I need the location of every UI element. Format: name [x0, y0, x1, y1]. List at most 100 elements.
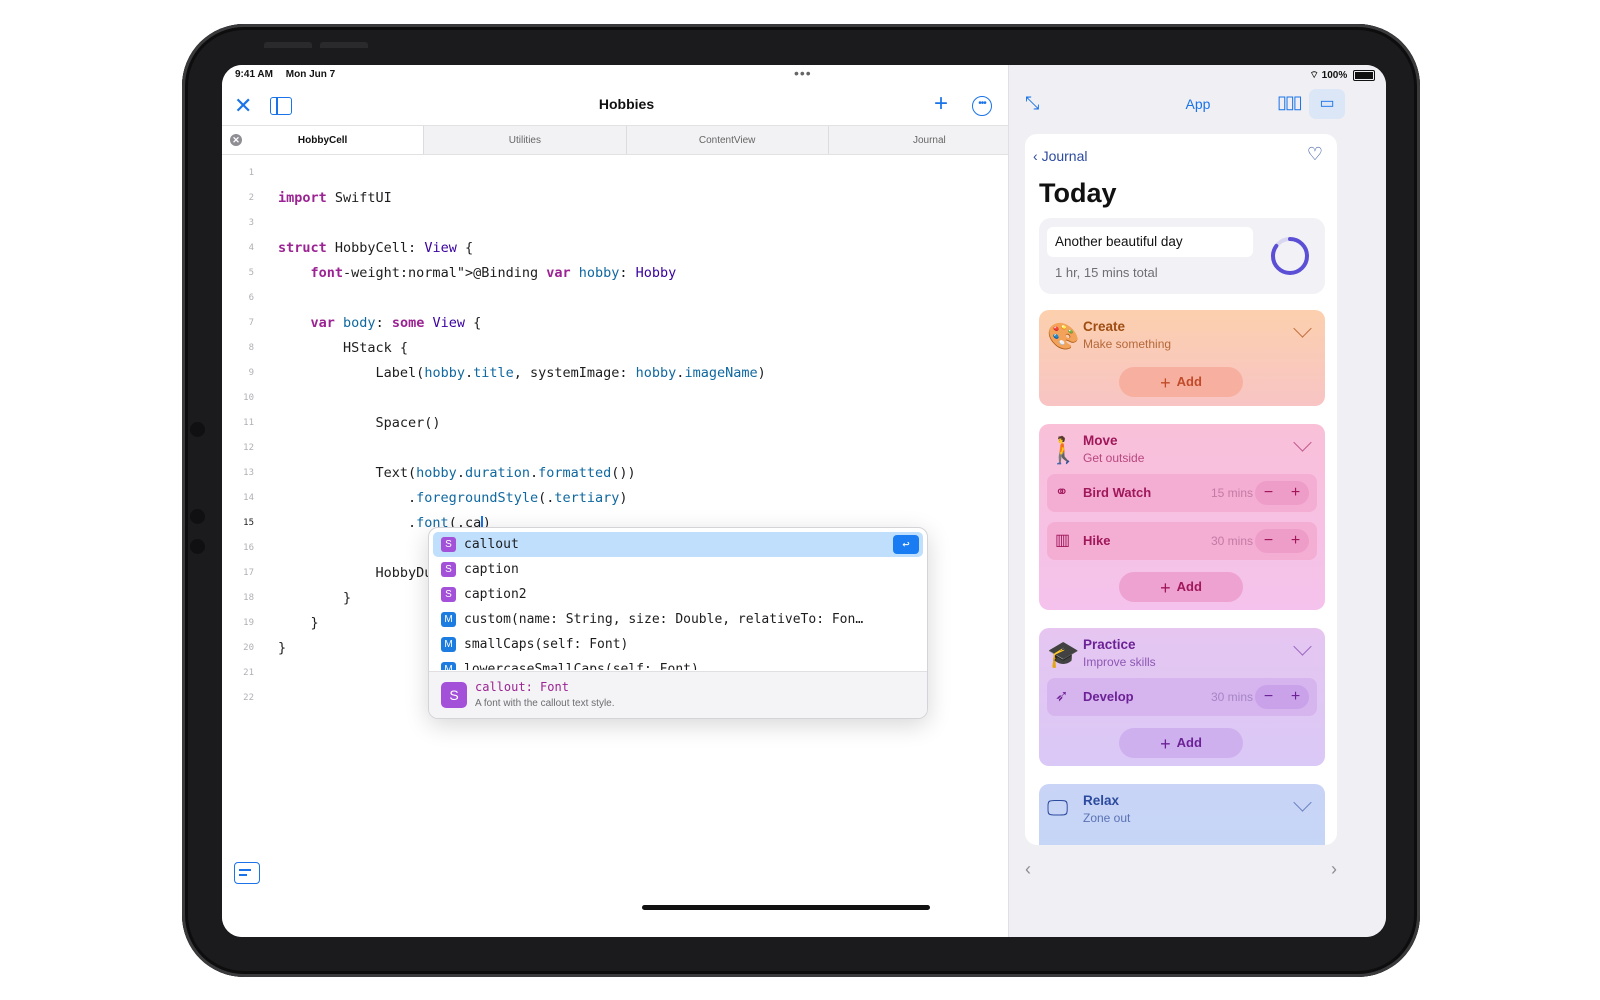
- code-line: 9 Label(hobby.title, systemImage: hobby.…: [222, 361, 1031, 386]
- add-icon[interactable]: +: [934, 92, 948, 116]
- code-text: Spacer(): [278, 415, 441, 431]
- code-text: Label(hobby.title, systemImage: hobby.im…: [278, 365, 766, 381]
- duration-stepper[interactable]: − +: [1255, 481, 1309, 505]
- symbol-kind-badge: S: [441, 562, 456, 577]
- chevron-down-icon[interactable]: [1293, 319, 1312, 338]
- chevron-down-icon[interactable]: [1293, 793, 1312, 812]
- symbol-kind-badge: M: [441, 612, 456, 627]
- binoculars-icon: ⚭: [1055, 484, 1069, 501]
- code-text: struct HobbyCell: View {: [278, 240, 474, 256]
- completion-item[interactable]: Scallout ↩: [433, 532, 923, 557]
- editor-nav-bar: Hobbies ✕ + •••: [222, 87, 1031, 125]
- tab-label: HobbyCell: [297, 134, 348, 146]
- battery-icon: [1353, 69, 1375, 81]
- line-number: 11: [243, 418, 254, 428]
- activity-duration: 30 mins: [1210, 534, 1253, 548]
- heart-icon[interactable]: ♡: [1307, 144, 1323, 165]
- category-name: Relax: [1083, 793, 1120, 808]
- close-tab-icon[interactable]: ✕: [230, 134, 242, 146]
- close-icon[interactable]: ✕: [234, 95, 252, 117]
- multitasking-dots-icon[interactable]: •••: [794, 65, 812, 81]
- day-title-field[interactable]: Another beautiful day: [1047, 227, 1253, 257]
- symbol-kind-badge: M: [441, 662, 456, 670]
- plus-icon[interactable]: +: [1282, 529, 1309, 553]
- activity-row-hike[interactable]: ▥ Hike 30 mins − +: [1047, 522, 1317, 560]
- code-line: 4 struct HobbyCell: View {: [222, 236, 1031, 261]
- code-text: HStack {: [278, 340, 409, 356]
- category-card-create: 🎨 Create Make something + Add: [1039, 310, 1325, 406]
- plus-icon: +: [1160, 577, 1171, 598]
- code-line: 1: [222, 161, 1031, 186]
- category-subtitle: Zone out: [1083, 811, 1131, 825]
- category-name: Practice: [1083, 637, 1136, 652]
- completion-item[interactable]: Mcustom(name: String, size: Double, rela…: [433, 607, 923, 632]
- tab-label: Journal: [912, 134, 946, 146]
- more-options-icon[interactable]: •••: [972, 96, 992, 116]
- home-indicator[interactable]: [642, 905, 930, 910]
- camera-dot: [190, 539, 205, 554]
- line-number: 9: [248, 368, 254, 378]
- activity-name: Develop: [1083, 689, 1134, 704]
- plus-icon[interactable]: +: [1282, 685, 1309, 709]
- code-line: 14 .foregroundStyle(.tertiary): [222, 486, 1031, 511]
- add-practice-button[interactable]: + Add: [1119, 728, 1243, 758]
- tab-journal[interactable]: Journal: [829, 126, 1031, 154]
- line-number: 1: [248, 168, 254, 178]
- line-number: 5: [248, 268, 254, 278]
- completion-item[interactable]: MlowercaseSmallCaps(self: Font): [433, 657, 923, 670]
- device-preview-icon[interactable]: ▭: [1309, 89, 1345, 119]
- activity-duration: 15 mins: [1210, 486, 1253, 500]
- code-text: import SwiftUI: [278, 190, 392, 206]
- code-text: HobbyDu: [278, 565, 433, 581]
- completion-label: smallCaps(self: Font): [464, 637, 629, 652]
- duration-stepper[interactable]: − +: [1255, 529, 1309, 553]
- minus-icon[interactable]: −: [1255, 685, 1282, 709]
- activity-row-develop[interactable]: ➶ Develop 30 mins − +: [1047, 678, 1317, 716]
- line-number: 22: [243, 693, 254, 703]
- tab-utilities[interactable]: Utilities: [424, 126, 627, 154]
- completion-item[interactable]: Scaption: [433, 557, 923, 582]
- code-text: }: [278, 640, 287, 656]
- completion-item[interactable]: MsmallCaps(self: Font): [433, 632, 923, 657]
- line-number: 18: [243, 593, 254, 603]
- line-number: 13: [243, 468, 254, 478]
- walking-figure-icon: 🚶: [1047, 435, 1080, 465]
- progress-ring: [1271, 237, 1309, 275]
- document-outline-icon[interactable]: [234, 862, 260, 884]
- duration-stepper[interactable]: − +: [1255, 685, 1309, 709]
- code-text: }: [278, 615, 319, 631]
- line-number: 6: [248, 293, 254, 303]
- add-move-button[interactable]: + Add: [1119, 572, 1243, 602]
- minus-icon[interactable]: −: [1255, 481, 1282, 505]
- category-subtitle: Improve skills: [1083, 655, 1156, 669]
- chevron-down-icon[interactable]: [1293, 637, 1312, 656]
- chevron-right-icon[interactable]: ›: [1331, 859, 1337, 880]
- return-key-icon[interactable]: ↩: [893, 535, 919, 554]
- code-line: 13 Text(hobby.duration.formatted()): [222, 461, 1031, 486]
- activity-duration: 30 mins: [1210, 690, 1253, 704]
- chevron-left-icon[interactable]: ‹: [1025, 859, 1031, 879]
- completion-label: callout: [464, 537, 519, 552]
- code-line: 6: [222, 286, 1031, 311]
- add-create-button[interactable]: + Add: [1119, 367, 1243, 397]
- library-icon[interactable]: ▯▯▯: [1277, 92, 1303, 113]
- day-summary: Another beautiful day 1 hr, 15 mins tota…: [1039, 218, 1325, 294]
- plus-icon[interactable]: +: [1282, 481, 1309, 505]
- sidebar-toggle-icon[interactable]: [270, 97, 292, 115]
- line-number: 15: [243, 518, 254, 528]
- tab-hobbycell[interactable]: ✕ HobbyCell: [222, 126, 425, 154]
- line-number: 21: [243, 668, 254, 678]
- back-button[interactable]: ‹ Journal: [1033, 148, 1087, 164]
- chevron-down-icon[interactable]: [1293, 433, 1312, 452]
- line-number: 8: [248, 343, 254, 353]
- activity-row-bird-watch[interactable]: ⚭ Bird Watch 15 mins − +: [1047, 474, 1317, 512]
- tab-label: Utilities: [508, 134, 541, 146]
- minus-icon[interactable]: −: [1255, 529, 1282, 553]
- battery-percentage: 100%: [1321, 70, 1348, 81]
- completion-item[interactable]: Scaption2: [433, 582, 923, 607]
- tab-contentview[interactable]: ContentView: [627, 126, 829, 154]
- symbol-kind-badge: S: [441, 682, 467, 708]
- activity-name: Hike: [1083, 533, 1111, 548]
- line-number: 12: [243, 443, 254, 453]
- category-subtitle: Get outside: [1083, 451, 1145, 465]
